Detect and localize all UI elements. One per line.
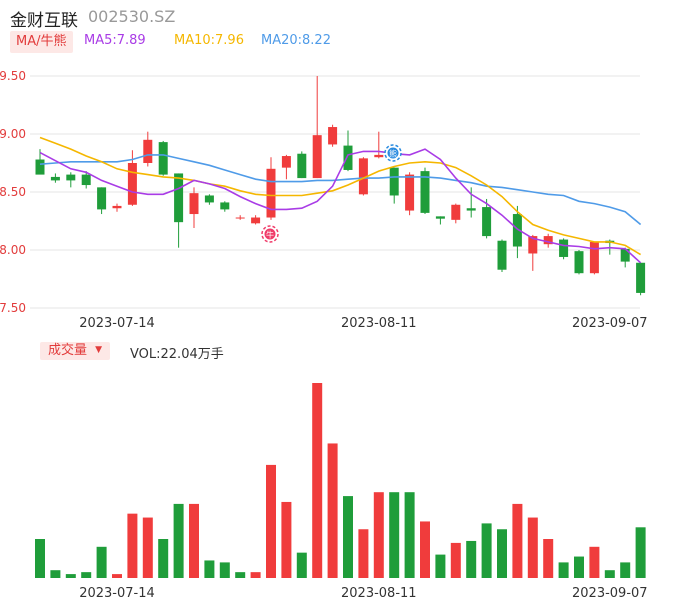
volume-x-tick-label: 2023-07-14 bbox=[79, 586, 155, 601]
volume-bar bbox=[604, 570, 615, 578]
volume-bar bbox=[250, 572, 261, 578]
volume-bar bbox=[235, 572, 246, 578]
x-tick-label: 2023-07-14 bbox=[79, 316, 155, 331]
candlestick-series bbox=[35, 76, 646, 296]
candle-body bbox=[266, 168, 276, 218]
volume-bar bbox=[204, 560, 215, 578]
candle-body bbox=[235, 217, 245, 219]
volume-bar bbox=[158, 539, 169, 578]
volume-bar bbox=[373, 492, 384, 578]
candle-body bbox=[297, 153, 307, 179]
y-tick-label: 8.00 bbox=[0, 243, 26, 257]
price-axis: 9.50 9.00 8.50 8.00 7.50 bbox=[0, 69, 26, 315]
candle-body bbox=[636, 262, 646, 293]
volume-bar bbox=[497, 529, 507, 578]
volume-bar bbox=[574, 556, 584, 578]
volume-bar bbox=[404, 492, 415, 578]
price-x-axis: 2023-07-14 2023-08-11 2023-09-07 bbox=[79, 316, 647, 331]
candle-body bbox=[574, 251, 584, 274]
volume-bar bbox=[589, 546, 600, 578]
candle-body bbox=[312, 135, 322, 179]
volume-bar bbox=[127, 513, 138, 578]
volume-bar bbox=[481, 523, 492, 578]
volume-bar bbox=[466, 540, 477, 578]
candle-body bbox=[482, 207, 492, 237]
candle-body bbox=[50, 176, 60, 181]
candle-body bbox=[174, 173, 184, 223]
candle-body bbox=[589, 241, 599, 274]
candle-body bbox=[127, 163, 137, 205]
candle-body bbox=[559, 239, 569, 257]
marker-glyph: 熊 bbox=[389, 149, 397, 159]
candle-body bbox=[466, 208, 476, 211]
candle-body bbox=[251, 217, 261, 224]
volume-bar bbox=[543, 539, 554, 578]
volume-bar bbox=[620, 562, 631, 578]
volume-x-axis: 2023-07-14 2023-08-11 2023-09-07 bbox=[79, 586, 647, 601]
candle-body bbox=[66, 174, 76, 181]
candle-body bbox=[405, 174, 415, 211]
candle-body bbox=[435, 216, 445, 219]
volume-bar bbox=[35, 539, 45, 578]
candle-body bbox=[451, 204, 461, 220]
volume-bar bbox=[81, 572, 92, 578]
candle-body bbox=[204, 195, 214, 203]
candle-body bbox=[389, 167, 399, 196]
price-grid bbox=[30, 75, 640, 309]
volume-bar bbox=[450, 542, 461, 578]
volume-bar bbox=[296, 552, 307, 578]
volume-bars bbox=[35, 383, 646, 578]
volume-bar bbox=[327, 443, 338, 578]
volume-bar bbox=[312, 383, 323, 578]
volume-bar bbox=[343, 496, 353, 578]
volume-bar bbox=[635, 527, 646, 578]
volume-x-tick-label: 2023-08-11 bbox=[341, 586, 417, 601]
volume-bar bbox=[96, 546, 107, 578]
volume-bar bbox=[558, 562, 569, 578]
volume-bar bbox=[65, 574, 76, 578]
volume-bar bbox=[281, 501, 292, 578]
candle-body bbox=[220, 202, 230, 210]
candle-body bbox=[328, 127, 338, 145]
candle-body bbox=[112, 205, 122, 209]
candle-body bbox=[189, 193, 199, 215]
candle-body bbox=[497, 240, 507, 270]
stock-chart: 9.509.008.508.007.50 牛熊 2023-07-14 2023-0… bbox=[0, 69, 648, 601]
volume-bar bbox=[173, 503, 184, 578]
candle-body bbox=[281, 156, 291, 168]
y-tick-label: 9.00 bbox=[0, 127, 26, 141]
candle-body bbox=[343, 145, 353, 170]
candle-body bbox=[97, 187, 107, 210]
candle-body bbox=[35, 159, 45, 175]
bull-icon: 牛 bbox=[261, 225, 279, 243]
volume-bar bbox=[420, 521, 430, 578]
y-tick-label: 8.50 bbox=[0, 185, 26, 199]
x-tick-label: 2023-09-07 bbox=[572, 316, 648, 331]
marker-glyph: 牛 bbox=[266, 230, 274, 240]
volume-bar bbox=[112, 574, 122, 578]
y-tick-label: 7.50 bbox=[0, 301, 26, 315]
candle-body bbox=[374, 154, 384, 158]
volume-bar bbox=[435, 554, 446, 578]
x-tick-label: 2023-08-11 bbox=[341, 316, 417, 331]
bear-icon: 熊 bbox=[384, 144, 402, 162]
volume-bar bbox=[358, 529, 369, 578]
volume-bar bbox=[527, 517, 538, 578]
candle-body bbox=[143, 139, 153, 163]
volume-x-tick-label: 2023-09-07 bbox=[572, 586, 648, 601]
y-tick-label: 9.50 bbox=[0, 69, 26, 83]
volume-bar bbox=[189, 503, 199, 578]
volume-bar bbox=[266, 464, 276, 578]
volume-bar bbox=[389, 492, 400, 578]
candle-body bbox=[158, 142, 168, 175]
volume-bar bbox=[50, 570, 61, 578]
volume-bar bbox=[142, 517, 153, 578]
volume-bar bbox=[219, 562, 230, 578]
volume-bar bbox=[512, 503, 523, 578]
candle-body bbox=[81, 174, 91, 186]
